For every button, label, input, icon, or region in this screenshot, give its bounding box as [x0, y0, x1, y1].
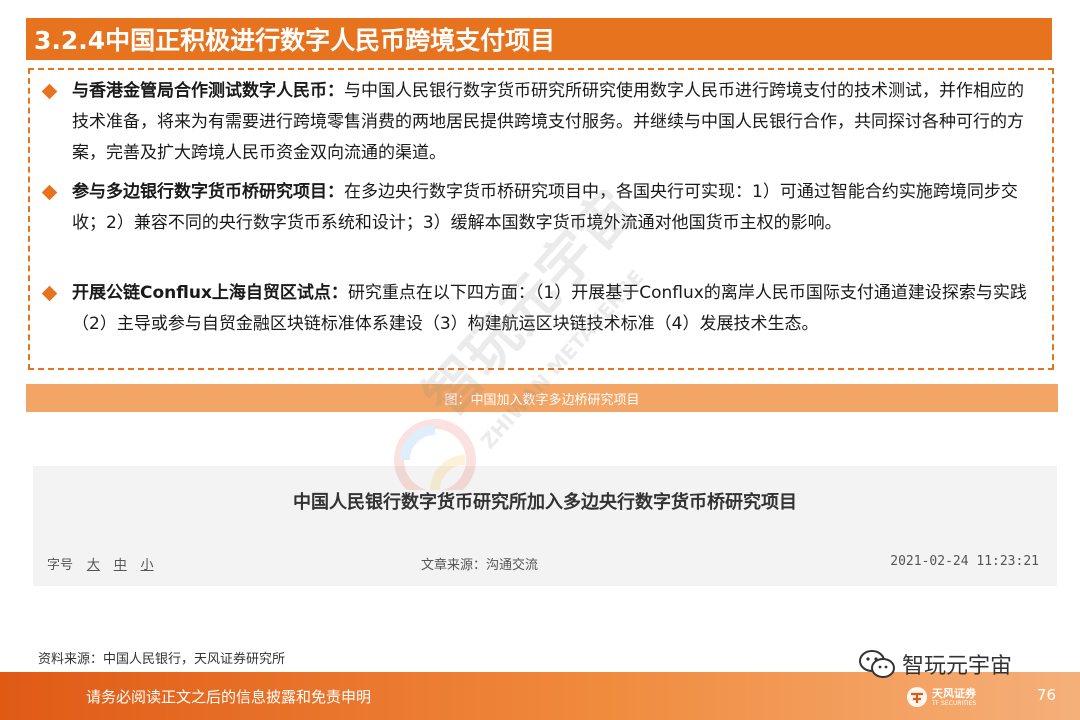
bullet-item: 参与多边银行数字货币桥研究项目：在多边央行数字货币桥研究项目中，各国央行可实现：… [41, 177, 1040, 239]
wechat-label: 智玩元宇宙 [902, 654, 1013, 679]
footer-disclaimer[interactable]: 请务必阅读正文之后的信息披露和免责申明 [86, 686, 371, 707]
news-datetime: 2021-02-24 11:23:21 [890, 554, 1039, 569]
section-title-bar: 3.2.4中国正积极进行数字人民币跨境支付项目 [26, 18, 1052, 60]
bullet-heading: 参与多边银行数字货币桥研究项目： [72, 182, 344, 202]
figure-caption: 图：中国加入数字多边桥研究项目 [444, 392, 640, 408]
font-size-label: 字号 [47, 558, 74, 573]
font-size-large-link[interactable]: 大 [87, 558, 100, 573]
wechat-watermark: 智玩元宇宙 [858, 648, 1012, 680]
bullet-heading: 开展公链Conflux上海自贸区试点： [72, 283, 348, 303]
source-note: 资料来源：中国人民银行，天风证券研究所 [38, 652, 286, 667]
font-size-medium-link[interactable]: 中 [114, 558, 127, 573]
tf-securities-logo-icon [907, 687, 927, 707]
wechat-icon [859, 650, 895, 678]
bullet-item: 与香港金管局合作测试数字人民币：与中国人民银行数字货币研究所研究使用数字人民币进… [41, 76, 1040, 169]
page-number: 76 [1036, 686, 1056, 704]
bullet-item: 开展公链Conflux上海自贸区试点：研究重点在以下四方面：（1）开展基于Con… [41, 278, 1040, 340]
font-size-controls: 字号 大 中 小 [47, 554, 154, 573]
bullet-list-box: 与香港金管局合作测试数字人民币：与中国人民银行数字货币研究所研究使用数字人民币进… [28, 68, 1054, 370]
brand-name-cn: 天风证券 [932, 686, 976, 700]
font-size-small-link[interactable]: 小 [141, 558, 154, 573]
tf-securities-logo: 天风证券 TF SECURITIES [906, 686, 976, 708]
section-title: 3.2.4中国正积极进行数字人民币跨境支付项目 [34, 26, 556, 55]
brand-name-en: TF SECURITIES [932, 699, 977, 707]
news-screenshot-panel: 中国人民银行数字货币研究所加入多边央行数字货币桥研究项目 字号 大 中 小 文章… [33, 466, 1057, 586]
bullet-heading: 与香港金管局合作测试数字人民币： [72, 81, 344, 101]
news-source: 文章来源：沟通交流 [421, 558, 539, 573]
figure-caption-bar: 图：中国加入数字多边桥研究项目 [26, 384, 1058, 412]
news-title: 中国人民银行数字货币研究所加入多边央行数字货币桥研究项目 [293, 492, 797, 513]
